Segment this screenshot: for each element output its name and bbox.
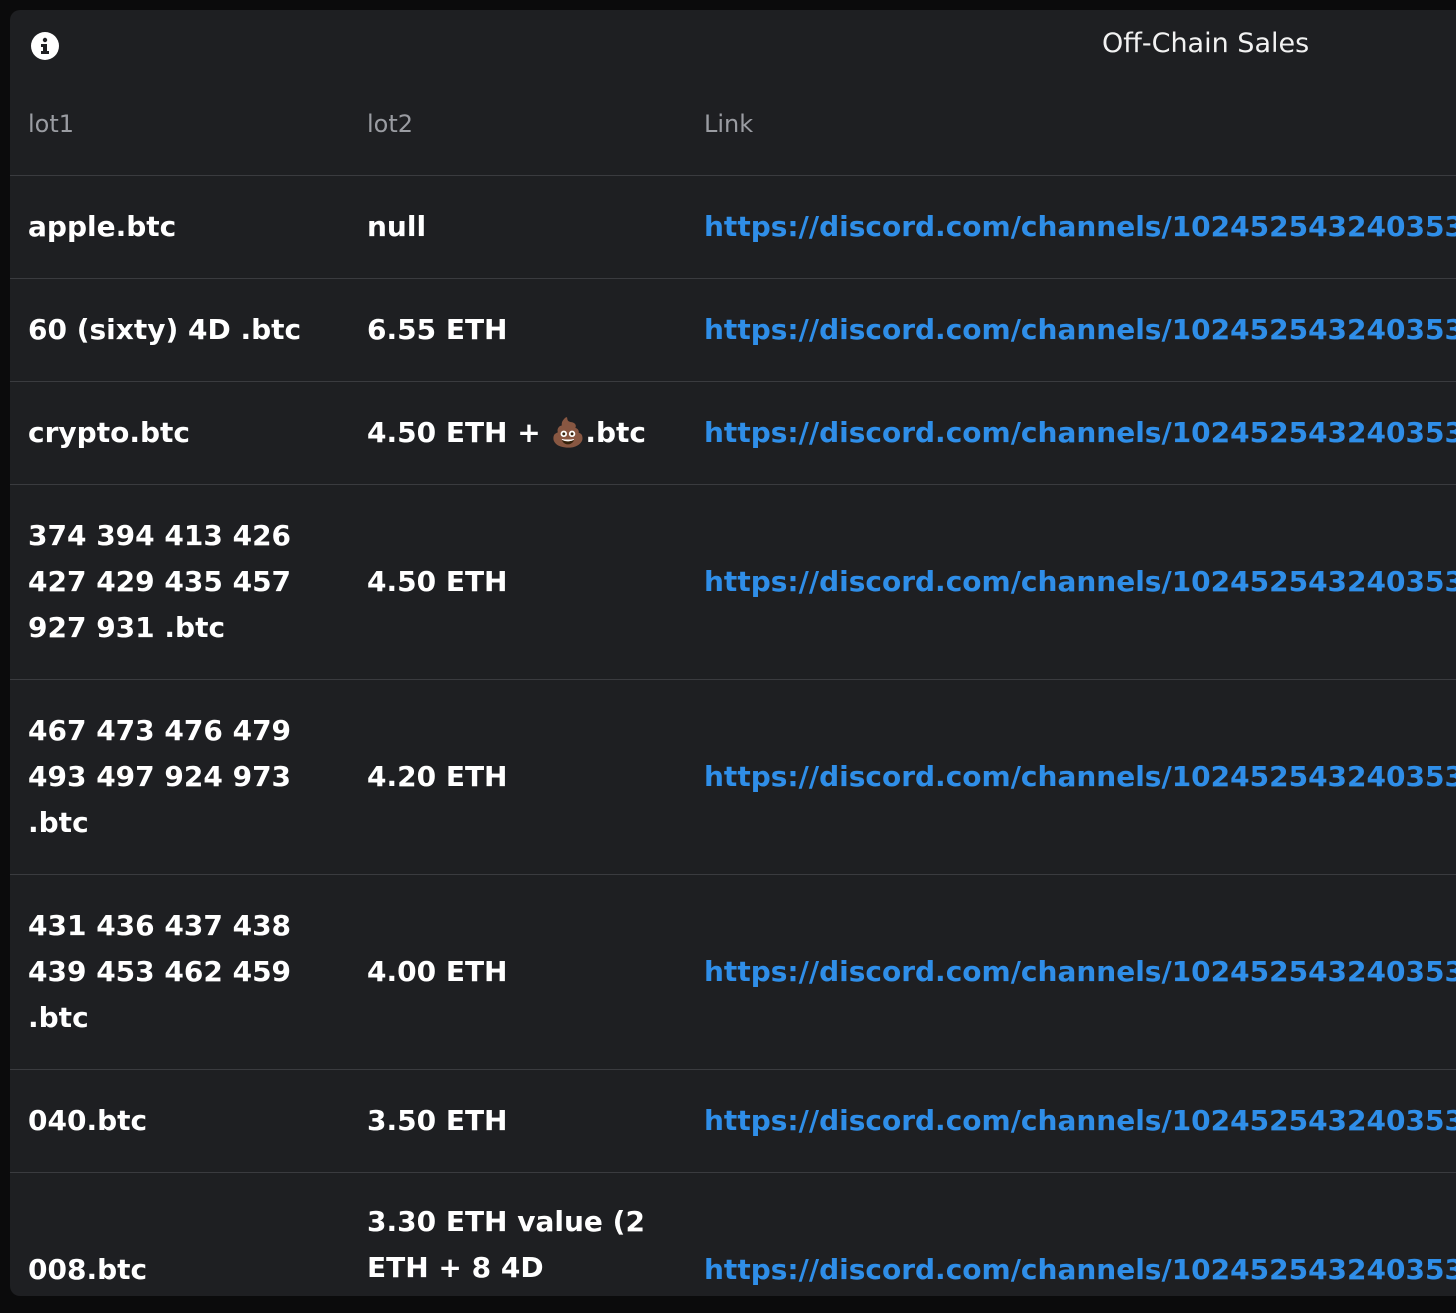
lot2-text: 3.30 ETH value (2 ETH + 8 4D — [367, 1205, 645, 1284]
lot1-text: 60 (sixty) 4D .btc — [28, 313, 302, 346]
off-chain-sales-panel: Off-Chain Sales lot1 lot2 Link apple.btc… — [10, 10, 1456, 1296]
cell-link: https://discord.com/channels/10245254324… — [704, 875, 1456, 1069]
table-row: 431 436 437 438 439 453 462 459 .btc 4.0… — [10, 875, 1456, 1070]
cell-lot1: 374 394 413 426 427 429 435 457 927 931 … — [28, 485, 328, 679]
lot2-text: 4.20 ETH — [367, 760, 508, 793]
cell-link: https://discord.com/channels/10245254324… — [704, 279, 1456, 381]
table-row: 040.btc 3.50 ETH https://discord.com/cha… — [10, 1070, 1456, 1173]
lot2-text: 3.50 ETH — [367, 1104, 508, 1137]
lot2-text: null — [367, 210, 427, 243]
cell-lot2: 6.55 ETH — [367, 279, 667, 381]
cell-lot2: 3.50 ETH — [367, 1070, 667, 1172]
lot1-text: 431 436 437 438 439 453 462 459 .btc — [28, 909, 292, 1034]
cell-lot1: 60 (sixty) 4D .btc — [28, 279, 328, 381]
discord-link[interactable]: https://discord.com/channels/10245254324… — [704, 754, 1456, 800]
discord-link[interactable]: https://discord.com/channels/10245254324… — [704, 204, 1456, 250]
table-row: 60 (sixty) 4D .btc 6.55 ETH https://disc… — [10, 279, 1456, 382]
lot2-text: 4.50 ETH — [367, 565, 508, 598]
cell-link: https://discord.com/channels/10245254324… — [704, 1173, 1456, 1296]
info-glyph-icon — [41, 37, 49, 54]
lot2-text: 6.55 ETH — [367, 313, 508, 346]
lot1-text: 467 473 476 479 493 497 924 973 .btc — [28, 714, 292, 839]
discord-link[interactable]: https://discord.com/channels/10245254324… — [704, 307, 1456, 353]
discord-link[interactable]: https://discord.com/channels/10245254324… — [704, 949, 1456, 995]
page-title: Off-Chain Sales — [1102, 28, 1310, 59]
cell-link: https://discord.com/channels/10245254324… — [704, 382, 1456, 484]
discord-link[interactable]: https://discord.com/channels/10245254324… — [704, 1247, 1456, 1293]
cell-link: https://discord.com/channels/10245254324… — [704, 176, 1456, 278]
cell-link: https://discord.com/channels/10245254324… — [704, 1070, 1456, 1172]
cell-lot2: 4.50 ETH — [367, 485, 667, 679]
cell-lot1: apple.btc — [28, 176, 328, 278]
lot1-text: 374 394 413 426 427 429 435 457 927 931 … — [28, 519, 292, 644]
table-row: 008.btc 3.30 ETH value (2 ETH + 8 4D htt… — [10, 1173, 1456, 1296]
discord-link[interactable]: https://discord.com/channels/10245254324… — [704, 1098, 1456, 1144]
cell-lot1: 008.btc — [28, 1173, 328, 1296]
cell-lot2: 4.00 ETH — [367, 875, 667, 1069]
discord-link[interactable]: https://discord.com/channels/10245254324… — [704, 559, 1456, 605]
lot1-text: 008.btc — [28, 1253, 148, 1286]
cell-link: https://discord.com/channels/10245254324… — [704, 680, 1456, 874]
cell-lot1: 431 436 437 438 439 453 462 459 .btc — [28, 875, 328, 1069]
table-row: 467 473 476 479 493 497 924 973 .btc 4.2… — [10, 680, 1456, 875]
lot1-text: 040.btc — [28, 1104, 148, 1137]
cell-link: https://discord.com/channels/10245254324… — [704, 485, 1456, 679]
cell-lot1: 040.btc — [28, 1070, 328, 1172]
lot1-text: apple.btc — [28, 210, 177, 243]
table-row: 374 394 413 426 427 429 435 457 927 931 … — [10, 485, 1456, 680]
table-row: apple.btc null https://discord.com/chann… — [10, 176, 1456, 279]
table-row: crypto.btc 4.50 ETH + 💩.btc https://disc… — [10, 382, 1456, 485]
column-header-lot2[interactable]: lot2 — [367, 110, 413, 138]
cell-lot2: null — [367, 176, 667, 278]
lot2-text: 4.00 ETH — [367, 955, 508, 988]
cell-lot2: 3.30 ETH value (2 ETH + 8 4D — [367, 1173, 667, 1296]
cell-lot1: crypto.btc — [28, 382, 328, 484]
cell-lot1: 467 473 476 479 493 497 924 973 .btc — [28, 680, 328, 874]
discord-link[interactable]: https://discord.com/channels/10245254324… — [704, 410, 1456, 456]
lot1-text: crypto.btc — [28, 416, 190, 449]
info-icon[interactable] — [31, 32, 59, 60]
column-header-link[interactable]: Link — [704, 110, 753, 138]
lot2-text: 4.50 ETH + 💩.btc — [367, 416, 646, 449]
table-header: lot1 lot2 Link — [10, 90, 1456, 176]
column-header-lot1[interactable]: lot1 — [28, 110, 74, 138]
cell-lot2: 4.20 ETH — [367, 680, 667, 874]
cell-lot2: 4.50 ETH + 💩.btc — [367, 382, 667, 484]
